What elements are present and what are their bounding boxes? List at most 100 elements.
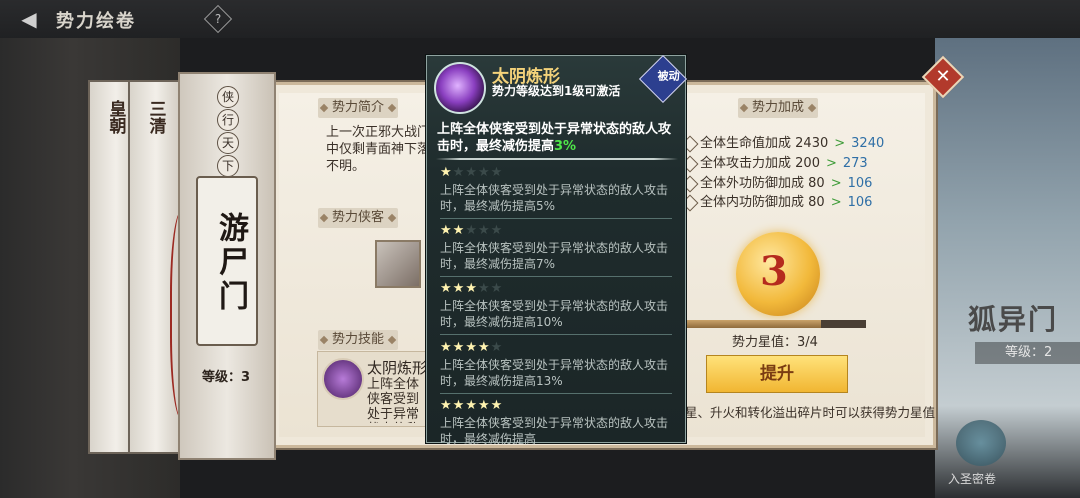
star-value: 势力星值：3/4 xyxy=(732,335,818,350)
bonus-next: 106 xyxy=(847,195,873,210)
star-empty-icon: ★ xyxy=(452,165,466,180)
bonus-row: 全体内功防御加成 80 >106 xyxy=(681,191,873,211)
star-tier: ★★★★★ 上阵全体侠客受到处于异常状态的敌人攻击时，最终减伤提高5% xyxy=(440,166,676,214)
star-medal-number: 3 xyxy=(760,248,788,295)
bonus-current: 2430 xyxy=(795,136,829,151)
star-filled-icon: ★ xyxy=(477,398,491,413)
bonus-label: 全体攻击力加成 xyxy=(700,156,792,171)
intro-tag: 势力简介 xyxy=(318,98,399,118)
star-filled-icon: ★ xyxy=(477,340,491,355)
tier-stars-icon: ★★★★★ xyxy=(440,341,676,355)
star-tier: ★★★★★ 上阵全体侠客受到处于异常状态的敌人攻击时，最终减伤提高10% xyxy=(440,282,676,330)
star-tier: ★★★★★ 上阵全体侠客受到处于异常状态的敌人攻击时，最终减伤提高13% xyxy=(440,341,676,389)
star-filled-icon: ★ xyxy=(440,398,453,413)
star-empty-icon: ★ xyxy=(490,340,504,355)
tooltip-effect-value: 3% xyxy=(554,139,577,154)
star-empty-icon: ★ xyxy=(490,281,504,296)
upgrade-button[interactable]: 提升 xyxy=(706,355,848,393)
skill-tag: 势力技能 xyxy=(318,330,399,350)
tooltip-subtitle: 势力等级达到1级可激活 xyxy=(492,84,621,98)
tier-stars-icon: ★★★★★ xyxy=(440,166,676,180)
star-progress-bar xyxy=(686,320,866,328)
tooltip-main-text: 上阵全体侠客受到处于异常状态的敌人攻击时，最终减伤提高3% xyxy=(437,121,677,155)
star-filled-icon: ★ xyxy=(440,281,453,296)
star-filled-icon: ★ xyxy=(440,340,453,355)
bonus-label: 全体生命值加成 xyxy=(700,136,792,151)
star-filled-icon: ★ xyxy=(452,398,466,413)
tier-text: 上阵全体侠客受到处于异常状态的敌人攻击时，最终减伤提高10% xyxy=(440,299,669,329)
page-title: 势力绘卷 xyxy=(56,11,136,32)
star-tier: ★★★★★ 上阵全体侠客受到处于异常状态的敌人攻击时，最终减伤提高 xyxy=(440,399,676,447)
tier-separator xyxy=(440,218,672,219)
tier-text: 上阵全体侠客受到处于异常状态的敌人攻击时，最终减伤提高13% xyxy=(440,358,669,388)
skill-name: 太阴炼形 xyxy=(367,359,428,377)
motto-char: 天 xyxy=(217,132,239,154)
skill-icon[interactable] xyxy=(322,358,364,400)
tier-separator xyxy=(440,334,672,335)
star-empty-icon: ★ xyxy=(465,165,478,180)
star-empty-icon: ★ xyxy=(490,223,504,238)
faction-level: 等级：3 xyxy=(202,370,251,385)
motto-char: 行 xyxy=(217,109,239,131)
star-empty-icon: ★ xyxy=(465,223,478,238)
hero-avatar[interactable] xyxy=(375,240,421,288)
right-faction-level: 等级：2 xyxy=(975,342,1080,364)
star-filled-icon: ★ xyxy=(452,223,466,238)
tier-text: 上阵全体侠客受到处于异常状态的敌人攻击时，最终减伤提高5% xyxy=(440,183,669,213)
bonus-row: 全体攻击力加成 200 >273 xyxy=(681,152,868,172)
star-tip: 星、升火和转化溢出碎片时可以获得势力星值 xyxy=(685,405,936,420)
close-icon: ✕ xyxy=(935,66,951,87)
tier-stars-icon: ★★★★★ xyxy=(440,224,676,238)
tier-stars-icon: ★★★★★ xyxy=(440,399,676,413)
secret-scroll-label: 入圣密卷 xyxy=(948,472,997,486)
back-arrow-icon[interactable]: ◀ xyxy=(18,8,40,30)
star-tier: ★★★★★ 上阵全体侠客受到处于异常状态的敌人攻击时，最终减伤提高7% xyxy=(440,224,676,272)
bonus-current: 80 xyxy=(808,176,825,191)
top-bar: ◀ 势力绘卷 ? xyxy=(0,0,1080,38)
question-icon: ? xyxy=(214,12,222,26)
star-filled-icon: ★ xyxy=(440,223,453,238)
arrow-right-icon: > xyxy=(825,156,837,171)
tooltip-divider xyxy=(436,158,678,160)
star-filled-icon: ★ xyxy=(440,165,453,180)
star-empty-icon: ★ xyxy=(477,165,491,180)
motto-char: 侠 xyxy=(217,86,239,108)
star-filled-icon: ★ xyxy=(465,340,478,355)
bonus-next: 273 xyxy=(842,156,868,171)
bonus-row: 全体生命值加成 2430 >3240 xyxy=(681,132,885,152)
tier-stars-icon: ★★★★★ xyxy=(440,282,676,296)
scroll-title: 皇朝 xyxy=(105,100,126,134)
star-empty-icon: ★ xyxy=(477,281,491,296)
faction-name: 游尸门 xyxy=(213,212,248,314)
secret-scroll-icon[interactable] xyxy=(956,420,1006,466)
arrow-right-icon: > xyxy=(830,176,842,191)
star-empty-icon: ★ xyxy=(477,223,491,238)
bonus-next: 3240 xyxy=(851,136,885,151)
motto-char: 下 xyxy=(217,155,239,177)
help-button[interactable]: ? xyxy=(203,4,233,34)
tier-text: 上阵全体侠客受到处于异常状态的敌人攻击时，最终减伤提高7% xyxy=(440,241,669,271)
arrow-right-icon: > xyxy=(834,136,846,151)
arrow-right-icon: > xyxy=(830,195,842,210)
star-filled-icon: ★ xyxy=(452,281,466,296)
bonus-current: 80 xyxy=(808,195,825,210)
bonus-label: 全体外功防御加成 xyxy=(700,176,805,191)
intro-text: 上一次正邪大战门中仅剩青面神下落不明。 xyxy=(326,125,431,174)
heroes-tag: 势力侠客 xyxy=(318,208,399,228)
tier-separator xyxy=(440,276,672,277)
bonus-tag: 势力加成 xyxy=(738,98,819,118)
bonus-label: 全体内功防御加成 xyxy=(700,195,805,210)
star-filled-icon: ★ xyxy=(465,281,478,296)
star-filled-icon: ★ xyxy=(465,398,478,413)
bonus-current: 200 xyxy=(795,156,820,171)
tier-text: 上阵全体侠客受到处于异常状态的敌人攻击时，最终减伤提高 xyxy=(440,416,669,446)
scroll-title: 三清 xyxy=(145,100,166,134)
passive-badge-label: 被动 xyxy=(657,69,680,83)
skill-tooltip-icon xyxy=(434,62,486,114)
bonus-row: 全体外功防御加成 80 >106 xyxy=(681,172,872,192)
right-faction-name: 狐异门 xyxy=(968,303,1059,336)
star-filled-icon: ★ xyxy=(452,340,466,355)
tier-separator xyxy=(440,393,672,394)
skill-description: 上阵全体侠客受到处于异常状态的敌人攻击时，最终减 xyxy=(367,377,420,423)
background-right-card[interactable] xyxy=(935,38,1080,498)
